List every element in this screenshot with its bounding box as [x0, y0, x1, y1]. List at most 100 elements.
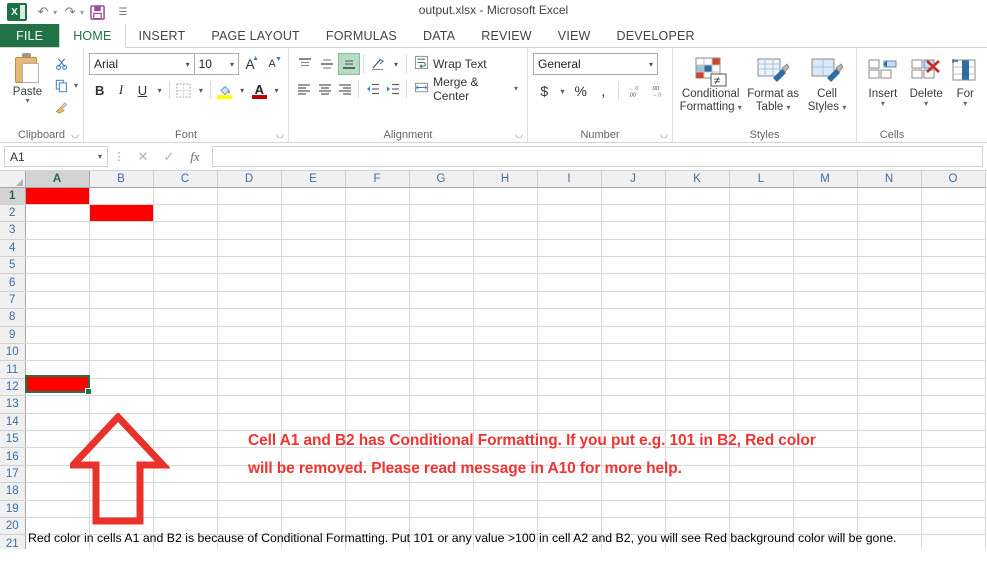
format-as-table-dropdown-icon[interactable]: ▾	[787, 103, 791, 112]
cell-J4[interactable]	[601, 239, 666, 258]
cell-C5[interactable]	[153, 256, 218, 275]
cell-O21[interactable]	[921, 534, 986, 549]
cell-E19[interactable]	[281, 500, 346, 518]
cell-O4[interactable]	[921, 239, 986, 258]
cell-L6[interactable]	[729, 273, 794, 292]
cell-O1[interactable]	[921, 187, 986, 205]
cell-E7[interactable]	[281, 291, 346, 310]
cell-G7[interactable]	[409, 291, 474, 310]
cell-L9[interactable]	[729, 326, 794, 345]
cell-C2[interactable]	[153, 204, 218, 223]
cell-I13[interactable]	[537, 395, 602, 414]
italic-button[interactable]: I	[110, 79, 131, 101]
cell-J1[interactable]	[601, 187, 666, 205]
row-header-16[interactable]: 16	[0, 447, 26, 466]
cell-A11[interactable]	[25, 360, 90, 379]
cell-M8[interactable]	[793, 308, 858, 327]
underline-button[interactable]: U	[132, 79, 153, 101]
row-header-8[interactable]: 8	[0, 308, 26, 327]
cell-N10[interactable]	[857, 343, 922, 362]
row-header-4[interactable]: 4	[0, 239, 26, 258]
cell-M2[interactable]	[793, 204, 858, 223]
cell-C11[interactable]	[153, 360, 218, 379]
cell-I6[interactable]	[537, 273, 602, 292]
cell-M6[interactable]	[793, 273, 858, 292]
cell-N5[interactable]	[857, 256, 922, 275]
cell-F6[interactable]	[345, 273, 410, 292]
cell-J18[interactable]	[601, 482, 666, 501]
wrap-text-button[interactable]: Wrap Text	[410, 53, 491, 75]
cell-A10[interactable]	[25, 343, 90, 362]
cell-A6[interactable]	[25, 273, 90, 292]
top-align-button[interactable]	[294, 53, 316, 75]
cell-C6[interactable]	[153, 273, 218, 292]
underline-dropdown-icon[interactable]: ▾	[153, 79, 166, 101]
tab-view[interactable]: VIEW	[545, 24, 604, 47]
tab-data[interactable]: DATA	[410, 24, 468, 47]
cell-C12[interactable]	[153, 378, 218, 397]
cell-C4[interactable]	[153, 239, 218, 258]
cell-K12[interactable]	[665, 378, 730, 397]
row-header-17[interactable]: 17	[0, 465, 26, 484]
cell-K18[interactable]	[665, 482, 730, 501]
cell-A7[interactable]	[25, 291, 90, 310]
cell-C13[interactable]	[153, 395, 218, 414]
cell-J6[interactable]	[601, 273, 666, 292]
currency-dropdown-icon[interactable]: ▾	[556, 80, 570, 102]
cell-F13[interactable]	[345, 395, 410, 414]
column-header-B[interactable]: B	[89, 171, 154, 188]
cell-J13[interactable]	[601, 395, 666, 414]
cell-N8[interactable]	[857, 308, 922, 327]
decrease-decimal-button[interactable]: .00 →.0	[644, 80, 667, 102]
name-box-dropdown-icon[interactable]: ▾	[98, 152, 102, 161]
column-header-M[interactable]: M	[793, 171, 858, 188]
cell-O12[interactable]	[921, 378, 986, 397]
format-cells-dropdown-icon[interactable]: ▾	[963, 100, 967, 108]
cell-O7[interactable]	[921, 291, 986, 310]
cell-I2[interactable]	[537, 204, 602, 223]
number-format-select[interactable]: General ▾	[533, 53, 658, 75]
cell-I9[interactable]	[537, 326, 602, 345]
cell-A4[interactable]	[25, 239, 90, 258]
cell-K1[interactable]	[665, 187, 730, 205]
cell-O11[interactable]	[921, 360, 986, 379]
cell-H7[interactable]	[473, 291, 538, 310]
column-header-E[interactable]: E	[281, 171, 346, 188]
fill-handle[interactable]	[85, 388, 92, 395]
cell-F18[interactable]	[345, 482, 410, 501]
cell-G4[interactable]	[409, 239, 474, 258]
cell-E5[interactable]	[281, 256, 346, 275]
cell-F2[interactable]	[345, 204, 410, 223]
cell-L12[interactable]	[729, 378, 794, 397]
row-header-3[interactable]: 3	[0, 221, 26, 240]
row-header-20[interactable]: 20	[0, 517, 26, 536]
cell-A2[interactable]	[25, 204, 90, 223]
cell-L3[interactable]	[729, 221, 794, 240]
row-header-5[interactable]: 5	[0, 256, 26, 275]
cell-J9[interactable]	[601, 326, 666, 345]
cell-K10[interactable]	[665, 343, 730, 362]
insert-function-icon[interactable]: fx	[182, 146, 208, 167]
cell-M1[interactable]	[793, 187, 858, 205]
cell-M13[interactable]	[793, 395, 858, 414]
row-header-11[interactable]: 11	[0, 360, 26, 379]
cell-G11[interactable]	[409, 360, 474, 379]
cell-F8[interactable]	[345, 308, 410, 327]
cell-H2[interactable]	[473, 204, 538, 223]
cell-L7[interactable]	[729, 291, 794, 310]
cell-E8[interactable]	[281, 308, 346, 327]
cell-N11[interactable]	[857, 360, 922, 379]
percent-button[interactable]: %	[569, 80, 592, 102]
clipboard-dialog-launcher[interactable]: ◡	[71, 129, 79, 140]
cell-M11[interactable]	[793, 360, 858, 379]
borders-button[interactable]	[173, 79, 194, 101]
cell-G19[interactable]	[409, 500, 474, 518]
cell-N2[interactable]	[857, 204, 922, 223]
cell-D19[interactable]	[217, 500, 282, 518]
row-header-14[interactable]: 14	[0, 413, 26, 431]
cell-E6[interactable]	[281, 273, 346, 292]
cell-B5[interactable]	[89, 256, 154, 275]
cell-C1[interactable]	[153, 187, 218, 205]
cell-D12[interactable]	[217, 378, 282, 397]
merge-center-button[interactable]: Merge & Center ▾	[410, 75, 522, 103]
